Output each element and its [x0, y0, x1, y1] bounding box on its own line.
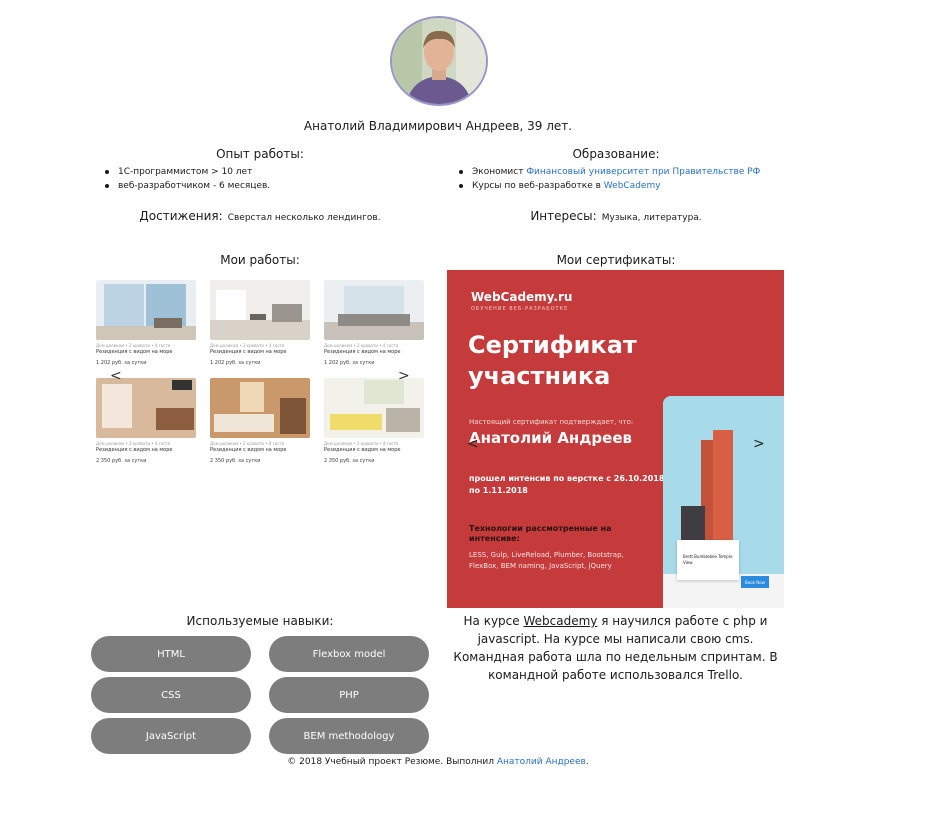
- work-meta: Дом целиком • 2 кровати • 4 гостя: [96, 441, 171, 446]
- phone-card: Brett Bumblebee Temple View: [677, 540, 739, 580]
- work-image: [210, 378, 310, 438]
- work-image: [324, 280, 424, 340]
- skill-css[interactable]: CSS: [91, 677, 251, 713]
- certificates-next-arrow[interactable]: >: [753, 436, 765, 452]
- list-item: 1С-программистом > 10 лет: [102, 165, 270, 179]
- footer-end: .: [585, 757, 589, 767]
- list-item-text: Экономист: [472, 167, 527, 177]
- certificate-image: WebCademy.ru ОБУЧЕНИЕ ВЕБ-РАЗРАБОТКЕ Сер…: [447, 270, 784, 608]
- certificate-tech-list: LESS, Gulp, LiveReload, Plumber, Bootstr…: [469, 551, 624, 570]
- achievements: Достижения: Сверстал несколько лендингов…: [90, 205, 430, 224]
- work-price: 1 202 руб. за сутки: [96, 360, 147, 366]
- certificate-person: Анатолий Андреев: [469, 429, 632, 447]
- phone-card-title: Brett Bumblebee Temple View: [683, 554, 733, 565]
- works-prev-arrow[interactable]: <: [110, 368, 122, 384]
- full-name: Анатолий Владимирович Андреев, 39 лет.: [303, 119, 573, 133]
- work-card[interactable]: Дом целиком • 2 кровати • 4 гостя Резиде…: [210, 280, 310, 366]
- skill-javascript[interactable]: JavaScript: [91, 718, 251, 754]
- work-card[interactable]: Дом целиком • 2 кровати • 4 гостя Резиде…: [96, 378, 196, 464]
- work-title: Резиденция с видом на море: [324, 349, 401, 355]
- work-price: 1 202 руб. за сутки: [324, 360, 375, 366]
- work-title: Резиденция с видом на море: [324, 447, 401, 453]
- work-meta: Дом целиком • 2 кровати • 4 гостя: [210, 343, 285, 348]
- experience-list: 1С-программистом > 10 лет веб-разработчи…: [102, 165, 270, 193]
- skills-title: Используемые навыки:: [186, 614, 334, 628]
- work-card[interactable]: Дом целиком • 2 кровати • 4 гостя Резиде…: [96, 280, 196, 366]
- works-title: Мои работы:: [220, 253, 300, 267]
- work-card[interactable]: Дом целиком • 2 кровати • 4 гостя Резиде…: [324, 280, 424, 366]
- skill-flexbox[interactable]: Flexbox model: [269, 636, 429, 672]
- interests-label: Интересы:: [530, 209, 597, 223]
- list-item: веб-разработчиком - 6 месяцев.: [102, 179, 270, 193]
- work-title: Резиденция с видом на море: [210, 349, 287, 355]
- work-meta: Дом целиком • 2 кровати • 4 гостя: [324, 343, 399, 348]
- webcademy-link[interactable]: WebCademy: [604, 181, 661, 191]
- work-meta: Дом целиком • 2 кровати • 4 гостя: [96, 343, 171, 348]
- certificates-title: Мои сертификаты:: [556, 253, 676, 267]
- about-before: На курсе: [463, 614, 524, 628]
- work-card[interactable]: Дом целиком • 2 кровати • 4 гостя Резиде…: [324, 378, 424, 464]
- achievements-label: Достижения:: [139, 209, 223, 223]
- work-title: Резиденция с видом на море: [210, 447, 287, 453]
- phone-book-button: Book Now: [741, 576, 769, 588]
- footer-text: © 2018 Учебный проект Резюме. Выполнил: [287, 757, 497, 767]
- university-link[interactable]: Финансовый университет при Правительстве…: [526, 167, 760, 177]
- work-title: Резиденция с видом на море: [96, 447, 173, 453]
- work-title: Резиденция с видом на море: [96, 349, 173, 355]
- skill-html[interactable]: HTML: [91, 636, 251, 672]
- certificate-passed: прошел интенсив по верстке с 26.10.2018 …: [469, 474, 665, 495]
- skill-php[interactable]: PHP: [269, 677, 429, 713]
- certificates-prev-arrow[interactable]: <: [467, 436, 479, 452]
- work-image: [96, 280, 196, 340]
- work-meta: Дом целиком • 2 кровати • 4 гостя: [324, 441, 399, 446]
- work-price: 2 350 руб. за сутки: [96, 458, 147, 464]
- certificate-heading-line: участника: [468, 362, 611, 390]
- work-image: [96, 378, 196, 438]
- certificate-brand-sub: ОБУЧЕНИЕ ВЕБ-РАЗРАБОТКЕ: [471, 306, 569, 312]
- experience-title: Опыт работы:: [216, 147, 304, 161]
- achievements-text: Сверстал несколько лендингов.: [227, 213, 381, 223]
- list-item: Экономист Финансовый университет при Пра…: [456, 165, 760, 179]
- certificate-brand: WebCademy.ru: [471, 290, 573, 304]
- footer: © 2018 Учебный проект Резюме. Выполнил А…: [0, 757, 876, 767]
- work-image: [210, 280, 310, 340]
- about-text: На курсе Webcademy я научился работе с p…: [447, 612, 784, 684]
- webcademy-course-link[interactable]: Webcademy: [523, 614, 597, 628]
- list-item: Курсы по веб-разработке в WebCademy: [456, 179, 760, 193]
- works-gallery: Дом целиком • 2 кровати • 4 гостя Резиде…: [92, 270, 424, 470]
- phone-mockup: Brett Bumblebee Temple View Book Now: [663, 396, 784, 608]
- education-title: Образование:: [572, 147, 660, 161]
- education-list: Экономист Финансовый университет при Пра…: [456, 165, 760, 193]
- work-price: 2 350 руб. за сутки: [324, 458, 375, 464]
- interests-text: Музыка, литература.: [601, 213, 702, 223]
- certificate-heading: Сертификат участника: [468, 330, 637, 392]
- work-price: 2 350 руб. за сутки: [210, 458, 261, 464]
- works-next-arrow[interactable]: >: [398, 368, 410, 384]
- interests: Интересы: Музыка, литература.: [446, 205, 786, 224]
- certificate-tech-heading: Технологии рассмотренные на интенсиве:: [469, 524, 612, 543]
- work-card[interactable]: Дом целиком • 2 кровати • 4 гостя Резиде…: [210, 378, 310, 464]
- work-price: 1 202 руб. за сутки: [210, 360, 261, 366]
- list-item-text: Курсы по веб-разработке в: [472, 181, 604, 191]
- author-link[interactable]: Анатолий Андреев: [497, 757, 586, 767]
- work-image: [324, 378, 424, 438]
- avatar: [390, 16, 488, 106]
- work-meta: Дом целиком • 2 кровати • 4 гостя: [210, 441, 285, 446]
- certificate-heading-line: Сертификат: [468, 331, 637, 359]
- certificate-confirm: Настоящий сертификат подтверждает, что:: [469, 418, 634, 426]
- skill-bem[interactable]: BEM methodology: [269, 718, 429, 754]
- avatar-photo: [392, 18, 486, 104]
